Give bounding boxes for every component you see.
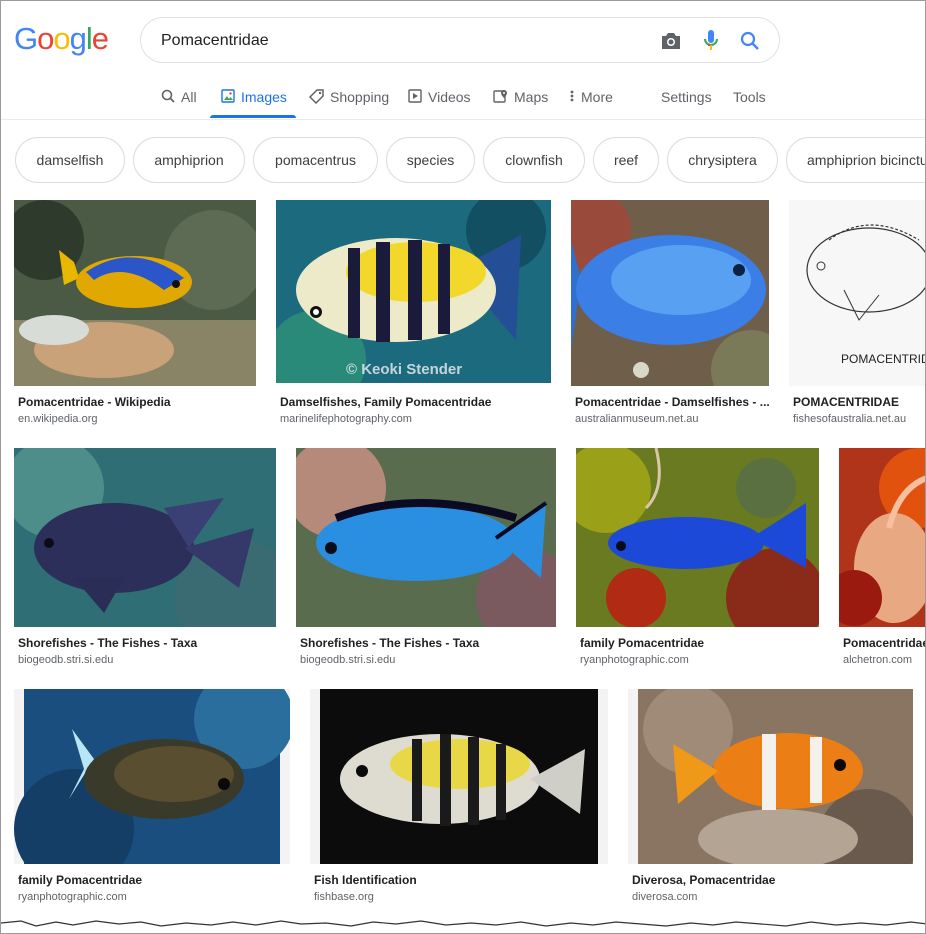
result-title[interactable]: Shorefishes - The Fishes - Taxa — [18, 636, 276, 650]
result-thumbnail[interactable] — [14, 200, 256, 386]
chip[interactable]: reef — [593, 137, 659, 183]
chip[interactable]: amphiprion — [133, 137, 245, 183]
result-thumbnail[interactable] — [839, 448, 925, 627]
result-thumbnail[interactable] — [576, 448, 819, 627]
torn-edge — [1, 920, 925, 933]
camera-icon[interactable] — [659, 29, 683, 53]
result-title[interactable]: POMACENTRIDAE — [793, 395, 925, 409]
tab-more[interactable]: More — [569, 85, 613, 119]
result-source[interactable]: diverosa.com — [632, 891, 915, 903]
logo-letter: e — [91, 21, 109, 56]
result-title[interactable]: family Pomacentridae — [580, 636, 820, 650]
result-title[interactable]: Pomacentridae - Damselfishes - ... — [575, 395, 769, 409]
tab-maps[interactable]: Maps — [493, 85, 548, 119]
result-source[interactable]: alchetron.com — [843, 654, 925, 666]
chip[interactable]: pomacentrus — [253, 137, 378, 183]
result-thumbnail[interactable] — [571, 200, 769, 386]
result-thumbnail[interactable] — [14, 689, 290, 864]
chip[interactable]: clownfish — [483, 137, 585, 183]
header-divider — [1, 119, 925, 120]
tab-videos[interactable]: Videos — [408, 85, 471, 119]
play-icon — [408, 89, 422, 103]
logo-letter: o — [53, 21, 70, 56]
result-title[interactable]: Damselfishes, Family Pomacentridae — [280, 395, 550, 409]
result-title[interactable]: Shorefishes - The Fishes - Taxa — [300, 636, 556, 650]
tab-tools[interactable]: Tools — [733, 85, 766, 119]
tab-label: All — [181, 89, 197, 105]
result-source[interactable]: biogeodb.stri.si.edu — [18, 654, 276, 666]
search-box — [140, 17, 780, 63]
result-title[interactable]: Fish Identification — [314, 873, 610, 887]
microphone-icon[interactable] — [699, 29, 723, 53]
image-result[interactable]: POMACENTRID POMACENTRIDAE fishesofaustra… — [789, 200, 926, 430]
tab-label: Tools — [733, 89, 766, 105]
image-result[interactable]: Diverosa, Pomacentridae diverosa.com — [628, 689, 915, 911]
result-source[interactable]: ryanphotographic.com — [18, 891, 292, 903]
result-thumbnail[interactable] — [628, 689, 913, 864]
image-result[interactable]: Pomacentridae - Damselfishes - ... austr… — [571, 200, 770, 430]
google-logo[interactable]: Google — [14, 21, 109, 57]
result-thumbnail[interactable]: © Keoki Stender — [276, 200, 551, 383]
browser-frame: Google All Images Shopping Videos — [0, 0, 926, 934]
result-source[interactable]: australianmuseum.net.au — [575, 413, 769, 425]
result-thumbnail[interactable]: POMACENTRID — [789, 200, 926, 386]
image-result[interactable]: Pomacentridae alchetron.com — [839, 448, 925, 678]
result-title[interactable]: Pomacentridae - Wikipedia — [18, 395, 254, 409]
tab-label: Images — [241, 89, 287, 105]
tab-label: Maps — [514, 89, 549, 105]
result-title[interactable]: family Pomacentridae — [18, 873, 292, 887]
more-vert-icon — [570, 90, 574, 102]
search-input[interactable] — [161, 29, 631, 53]
map-icon — [493, 90, 507, 103]
search-icon — [161, 89, 175, 103]
image-result[interactable]: family Pomacentridae ryanphotographic.co… — [14, 689, 292, 911]
logo-letter: o — [37, 21, 54, 56]
tab-settings[interactable]: Settings — [661, 85, 712, 119]
result-title[interactable]: Pomacentridae — [843, 636, 925, 650]
tab-shopping[interactable]: Shopping — [309, 85, 389, 119]
tab-label: More — [581, 89, 613, 105]
result-thumbnail[interactable] — [296, 448, 556, 627]
logo-letter: g — [69, 21, 87, 56]
diagram-label: POMACENTRID — [841, 352, 926, 366]
image-result[interactable]: Fish Identification fishbase.org — [310, 689, 610, 911]
tab-label: Videos — [428, 89, 471, 105]
result-source[interactable]: marinelifephotography.com — [280, 413, 550, 425]
chip[interactable]: amphiprion bicinctus — [786, 137, 925, 183]
active-tab-indicator — [210, 115, 296, 118]
image-result[interactable]: Shorefishes - The Fishes - Taxa biogeodb… — [296, 448, 557, 678]
watermark-text: © Keoki Stender — [346, 361, 462, 378]
search-tabs: All Images Shopping Videos Maps More Set… — [1, 85, 925, 119]
result-source[interactable]: ryanphotographic.com — [580, 654, 820, 666]
chip[interactable]: species — [386, 137, 475, 183]
image-result[interactable]: Pomacentridae - Wikipedia en.wikipedia.o… — [14, 200, 257, 430]
image-icon — [221, 89, 235, 103]
result-thumbnail[interactable] — [14, 448, 276, 627]
tab-label: Shopping — [330, 89, 390, 105]
image-result[interactable]: family Pomacentridae ryanphotographic.co… — [576, 448, 820, 678]
result-source[interactable]: en.wikipedia.org — [18, 413, 254, 425]
tab-images[interactable]: Images — [221, 85, 287, 119]
result-source[interactable]: fishbase.org — [314, 891, 610, 903]
logo-letter: G — [14, 21, 38, 56]
chip[interactable]: chrysiptera — [667, 137, 778, 183]
search-icon[interactable] — [738, 29, 762, 53]
result-source[interactable]: biogeodb.stri.si.edu — [300, 654, 556, 666]
tab-all[interactable]: All — [161, 85, 197, 119]
result-thumbnail[interactable] — [310, 689, 608, 864]
tag-icon — [309, 89, 324, 104]
image-result[interactable]: © Keoki Stender Damselfishes, Family Pom… — [276, 200, 552, 430]
chip[interactable]: damselfish — [15, 137, 125, 183]
image-result[interactable]: Shorefishes - The Fishes - Taxa biogeodb… — [14, 448, 277, 678]
tab-label: Settings — [661, 89, 712, 105]
result-source[interactable]: fishesofaustralia.net.au — [793, 413, 925, 425]
result-title[interactable]: Diverosa, Pomacentridae — [632, 873, 915, 887]
related-searches-chips: damselfish amphiprion pomacentrus specie… — [15, 137, 925, 183]
